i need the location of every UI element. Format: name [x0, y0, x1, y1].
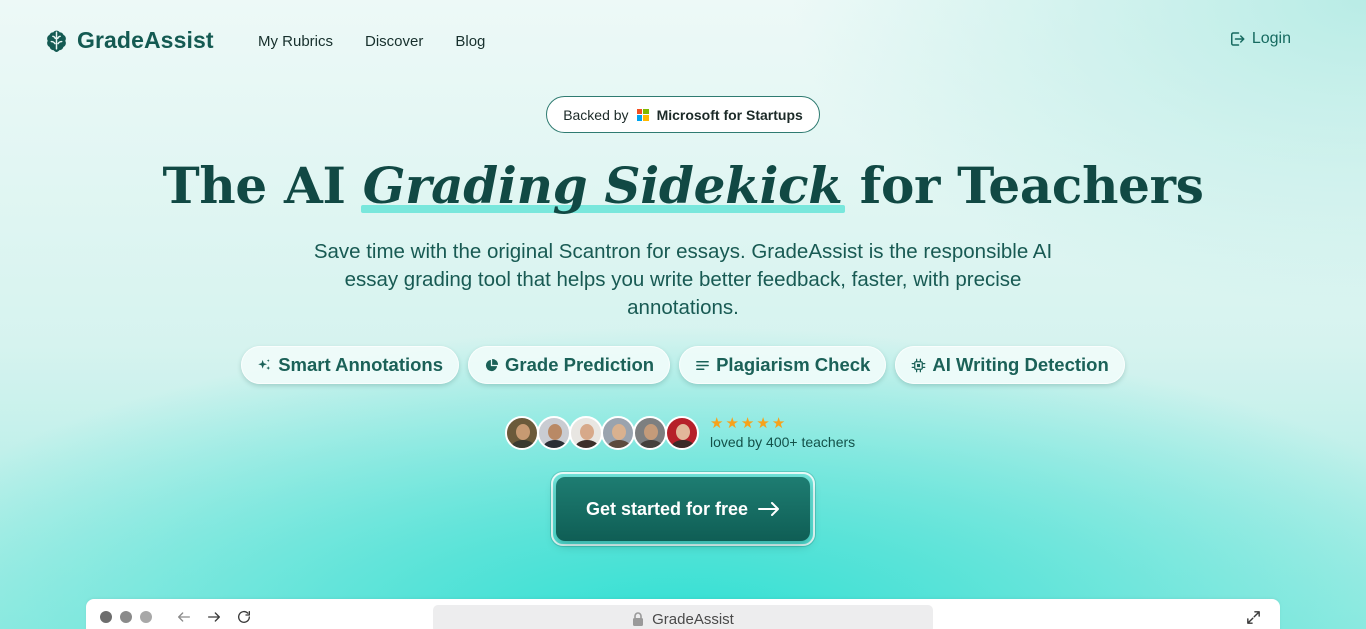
avatar — [569, 416, 603, 450]
rating-block: ★ ★ ★ ★ ★ loved by 400+ teachers — [710, 414, 856, 450]
microsoft-logo-icon — [636, 108, 649, 121]
star-icon: ★ — [756, 414, 770, 432]
address-text: GradeAssist — [652, 610, 734, 628]
login-icon — [1230, 32, 1245, 46]
pie-chart-icon — [485, 358, 499, 371]
cpu-chip-icon — [911, 358, 926, 372]
cta-label: Get started for free — [585, 498, 749, 519]
brand-logo[interactable]: GradeAssist — [44, 27, 214, 54]
window-dot-icon — [140, 611, 152, 623]
badge-brand: Microsoft for Startups — [656, 106, 803, 123]
hero-title-pre: The AI — [162, 156, 346, 215]
login-label: Login — [1251, 30, 1291, 47]
sparkles-icon — [258, 358, 271, 370]
nav-link-discover[interactable]: Discover — [365, 33, 423, 50]
window-dot-icon — [100, 611, 112, 623]
nav-link-blog[interactable]: Blog — [455, 33, 485, 50]
hero-title-highlight: Grading Sidekick — [360, 156, 845, 215]
chip-label: Plagiarism Check — [716, 354, 871, 375]
teacher-avatars — [505, 416, 699, 450]
social-proof: ★ ★ ★ ★ ★ loved by 400+ teachers — [505, 416, 855, 450]
star-rating: ★ ★ ★ ★ ★ — [710, 414, 855, 432]
window-controls — [100, 611, 152, 623]
avatar — [633, 416, 667, 450]
avatar — [665, 416, 699, 450]
chip-label: AI Writing Detection — [932, 354, 1109, 375]
avatar — [537, 416, 571, 450]
login-button[interactable]: Login — [1228, 30, 1291, 48]
chip-grade-prediction[interactable]: Grade Prediction — [468, 346, 671, 384]
brain-icon — [47, 30, 66, 52]
browser-nav-controls — [176, 609, 252, 625]
lock-icon — [633, 612, 644, 626]
window-dot-icon — [120, 611, 132, 623]
top-nav: GradeAssist My Rubrics Discover Blog Log… — [0, 0, 1366, 82]
chip-ai-writing-detection[interactable]: AI Writing Detection — [895, 346, 1125, 384]
browser-preview: GradeAssist — [86, 599, 1280, 629]
chip-plagiarism-check[interactable]: Plagiarism Check — [679, 346, 887, 384]
rating-label: loved by 400+ teachers — [710, 433, 856, 450]
star-icon: ★ — [725, 414, 739, 432]
star-icon: ★ — [740, 414, 755, 432]
back-arrow-icon[interactable] — [176, 609, 192, 625]
star-icon: ★ — [710, 414, 724, 432]
arrow-right-icon — [758, 502, 780, 516]
forward-arrow-icon[interactable] — [206, 609, 222, 625]
chip-label: Grade Prediction — [505, 354, 655, 375]
expand-icon[interactable] — [1245, 609, 1262, 626]
hero-title-post: for Teachers — [859, 156, 1204, 215]
hero-title: The AI Grading Sidekick for Teachers — [0, 156, 1366, 215]
badge-prefix: Backed by — [563, 106, 629, 123]
avatar — [505, 416, 539, 450]
nav-link-my-rubrics[interactable]: My Rubrics — [258, 33, 333, 50]
chip-smart-annotations[interactable]: Smart Annotations — [241, 346, 460, 384]
backed-by-badge[interactable]: Backed by Microsoft for Startups — [546, 96, 820, 133]
star-icon: ★ — [771, 414, 786, 432]
get-started-button[interactable]: Get started for free — [556, 477, 810, 541]
hero-subtitle: Save time with the original Scantron for… — [313, 240, 1053, 319]
feature-chips: Smart Annotations Grade Prediction Plagi… — [0, 346, 1366, 384]
brand-name: GradeAssist — [77, 27, 214, 53]
avatar — [601, 416, 635, 450]
address-bar[interactable]: GradeAssist — [433, 605, 933, 629]
lines-icon — [696, 360, 709, 370]
reload-icon[interactable] — [236, 609, 252, 625]
chip-label: Smart Annotations — [278, 354, 444, 375]
primary-nav: My Rubrics Discover Blog — [258, 33, 485, 50]
